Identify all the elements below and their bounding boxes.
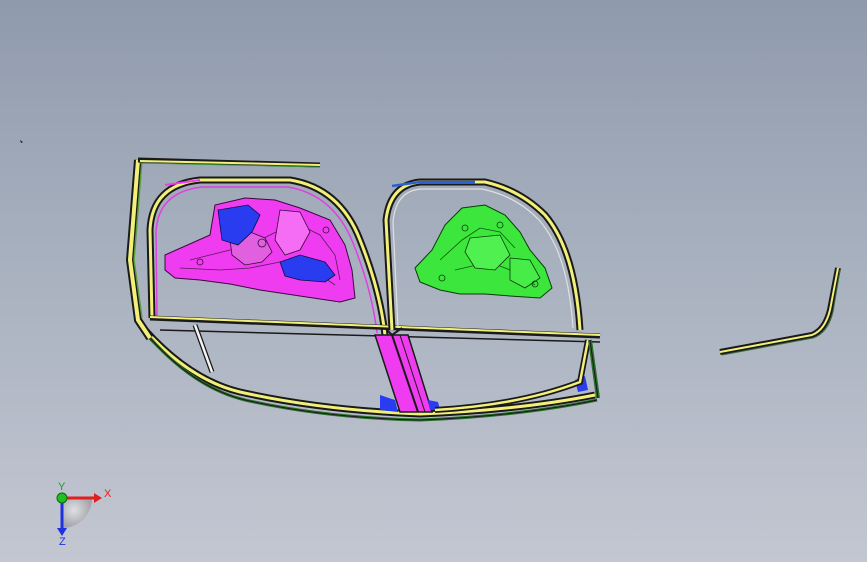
coordinate-triad: X Y Z [56,481,112,548]
door-assembly-model[interactable] [0,0,867,562]
rear-inner-panel[interactable] [414,204,553,299]
triad-plane [62,498,92,528]
graphics-viewport[interactable]: X Y Z [0,0,867,562]
y-axis-dot [56,492,68,504]
front-inner-panel[interactable] [164,197,356,303]
detached-trim-strip[interactable] [719,267,841,356]
stray-mark [20,140,23,143]
x-axis-label: X [104,488,112,500]
y-axis-label: Y [58,481,66,493]
z-axis-label: Z [59,536,66,548]
roof-rail[interactable] [137,157,321,168]
lower-frame[interactable] [142,327,598,422]
